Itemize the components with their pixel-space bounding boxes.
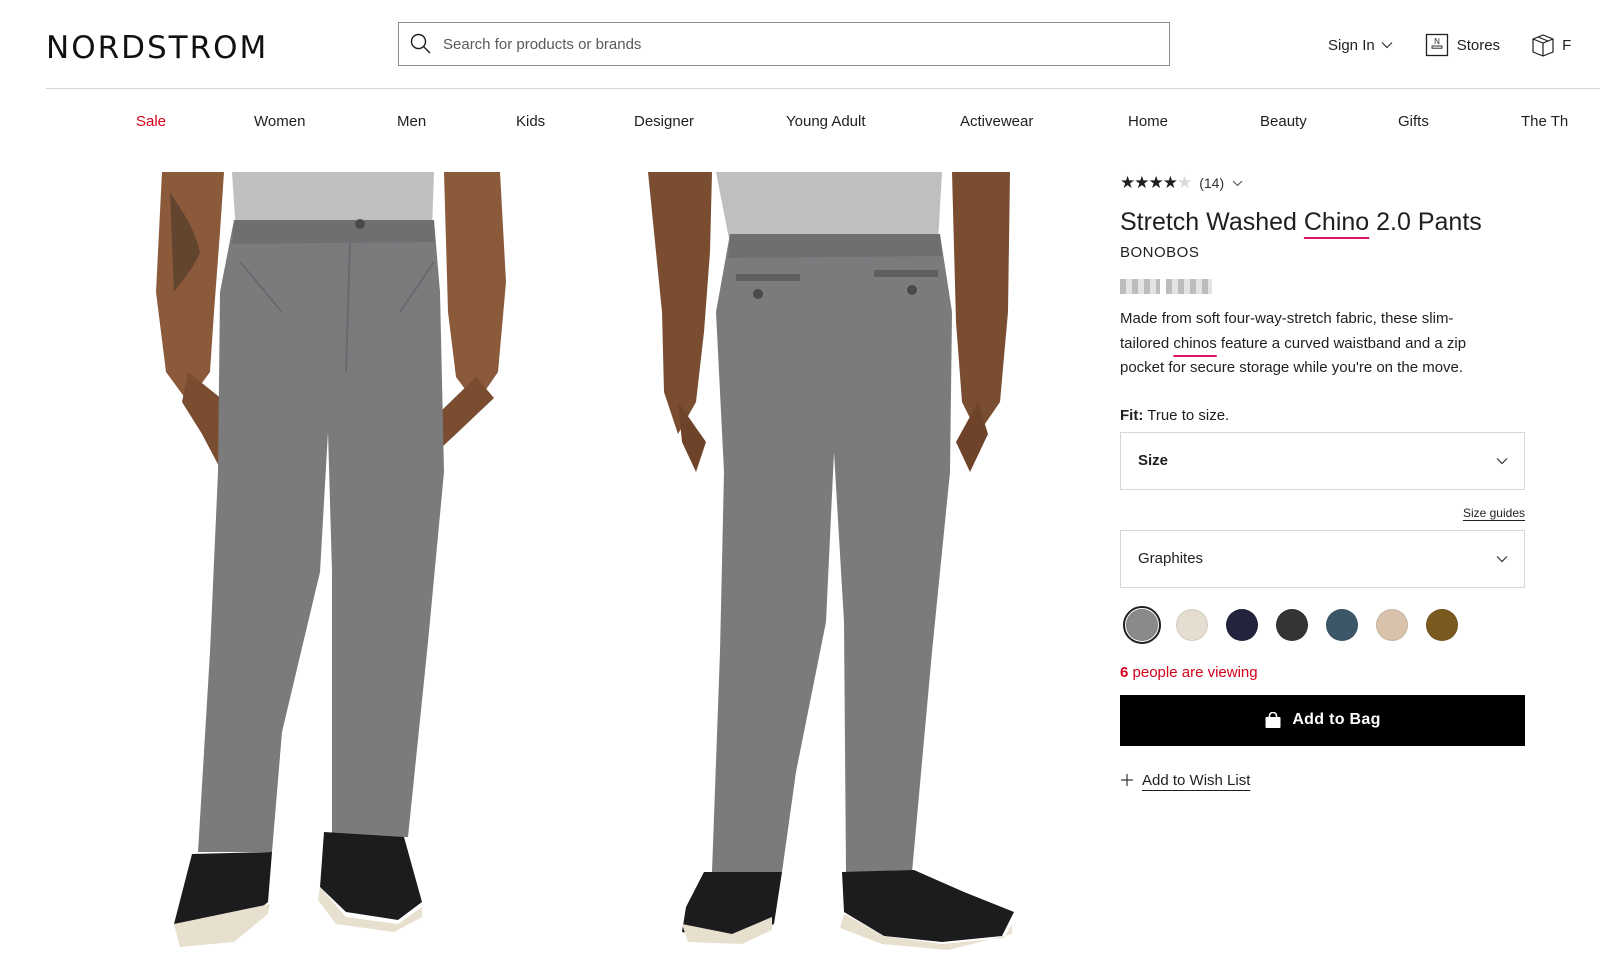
product-description: Made from soft four-way-stretch fabric, … (1120, 307, 1490, 381)
title-highlight: Chino (1303, 208, 1370, 236)
shopping-bag-icon (1265, 711, 1281, 728)
fit-value: True to size. (1147, 406, 1230, 424)
search-bar[interactable] (398, 22, 1170, 66)
stores-label: Stores (1456, 36, 1501, 54)
plus-icon (1121, 774, 1133, 786)
viewing-notice: 6 people are viewing (1120, 664, 1525, 681)
nav-sale[interactable]: Sale (136, 113, 166, 130)
color-swatch[interactable] (1373, 606, 1411, 644)
color-swatch-fill (1426, 608, 1458, 641)
nav-activewear[interactable]: Activewear (960, 113, 1033, 130)
viewing-count: 6 (1120, 663, 1129, 681)
color-swatch[interactable] (1323, 606, 1361, 644)
stores-link[interactable]: N Stores (1425, 33, 1500, 57)
color-swatch-fill (1226, 608, 1258, 641)
size-guides-link[interactable]: Size guides (1463, 506, 1525, 520)
color-swatch-fill (1126, 608, 1158, 641)
sign-in-label: Sign In (1328, 36, 1375, 54)
fit-label: Fit: (1120, 406, 1144, 424)
fit-info: Fit: True to size. (1120, 407, 1525, 424)
product-title: Stretch Washed Chino 2.0 Pants (1120, 206, 1525, 238)
nav-home[interactable]: Home (1128, 113, 1168, 130)
color-swatch-fill (1376, 608, 1408, 641)
rating-stars: ★★★★★ (1120, 173, 1192, 192)
nav-the-thread[interactable]: The Th (1521, 113, 1568, 130)
add-to-bag-button[interactable]: Add to Bag (1120, 694, 1525, 746)
color-swatch-fill (1176, 608, 1208, 641)
product-image-front[interactable] (122, 172, 542, 952)
chevron-down-icon (1381, 42, 1393, 49)
nordstrom-logo[interactable]: NORDSTROM (46, 30, 268, 66)
nav-women[interactable]: Women (254, 113, 305, 130)
desc-highlight: chinos (1173, 334, 1217, 352)
nav-designer[interactable]: Designer (634, 113, 694, 130)
product-image-back[interactable] (612, 172, 1052, 952)
nav-men[interactable]: Men (397, 113, 426, 130)
chevron-down-icon (1496, 457, 1508, 464)
add-to-wishlist-link[interactable]: Add to Wish List (1120, 772, 1525, 789)
color-swatch[interactable] (1423, 606, 1461, 644)
nav-kids[interactable]: Kids (516, 113, 545, 130)
store-icon: N (1425, 33, 1448, 57)
color-swatches (1123, 605, 1525, 644)
package-icon (1532, 34, 1554, 57)
color-swatch[interactable] (1173, 606, 1211, 644)
nav-beauty[interactable]: Beauty (1260, 113, 1307, 130)
add-to-wishlist-label: Add to Wish List (1142, 771, 1251, 789)
add-to-bag-label: Add to Bag (1292, 711, 1381, 728)
nav-gifts[interactable]: Gifts (1398, 113, 1429, 130)
size-dropdown[interactable]: Size (1120, 431, 1525, 490)
color-swatch-fill (1276, 608, 1308, 641)
review-count: (14) (1199, 175, 1225, 191)
title-text-start: Stretch Washed (1120, 208, 1304, 236)
search-input[interactable] (443, 35, 1123, 53)
color-swatch[interactable] (1123, 605, 1161, 644)
header-divider (46, 88, 1600, 89)
brand-name[interactable]: BONOBOS (1120, 244, 1525, 261)
size-dropdown-label: Size (1138, 452, 1169, 469)
product-details: ★★★★★ (14) Stretch Washed Chino 2.0 Pant… (1120, 170, 1525, 789)
nav-young-adult[interactable]: Young Adult (786, 113, 866, 130)
search-icon (410, 33, 431, 54)
color-dropdown[interactable]: Graphites (1120, 529, 1525, 588)
color-swatch[interactable] (1223, 606, 1261, 644)
rating-summary[interactable]: ★★★★★ (14) (1120, 170, 1525, 196)
color-swatch-fill (1326, 608, 1358, 641)
chevron-down-icon (1232, 180, 1243, 186)
title-text-end: 2.0 Pants (1369, 208, 1482, 236)
sign-in-link[interactable]: Sign In (1328, 37, 1393, 54)
viewing-text: people are viewing (1132, 663, 1258, 681)
purchases-label: F (1562, 36, 1572, 54)
store-icon-letter: N (1434, 37, 1440, 46)
color-swatch[interactable] (1273, 606, 1311, 644)
purchases-link[interactable]: F (1530, 33, 1571, 57)
price-redacted (1120, 279, 1212, 295)
color-dropdown-label: Graphites (1138, 550, 1204, 567)
chevron-down-icon (1496, 555, 1508, 562)
